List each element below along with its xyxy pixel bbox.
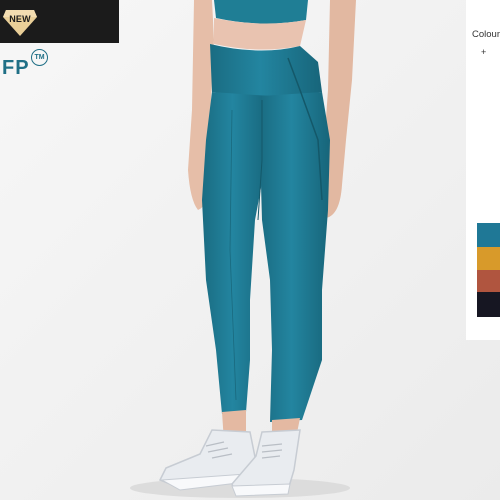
colour-swatch-black[interactable] — [477, 292, 500, 317]
product-photo — [0, 0, 500, 500]
sports-bra — [214, 0, 308, 24]
colour-swatch-teal[interactable] — [477, 223, 500, 248]
diamond-icon: NEW — [2, 4, 38, 38]
colour-swatch-mustard[interactable] — [477, 247, 500, 272]
colour-label: Colour — [472, 29, 500, 40]
legging-waistband — [210, 44, 322, 96]
new-badge-label: NEW — [9, 14, 31, 24]
new-banner: NEW — [0, 0, 119, 43]
brand-name: FP — [2, 57, 30, 79]
trademark-symbol: TM — [31, 49, 48, 66]
add-colour-button[interactable]: + — [481, 47, 486, 57]
